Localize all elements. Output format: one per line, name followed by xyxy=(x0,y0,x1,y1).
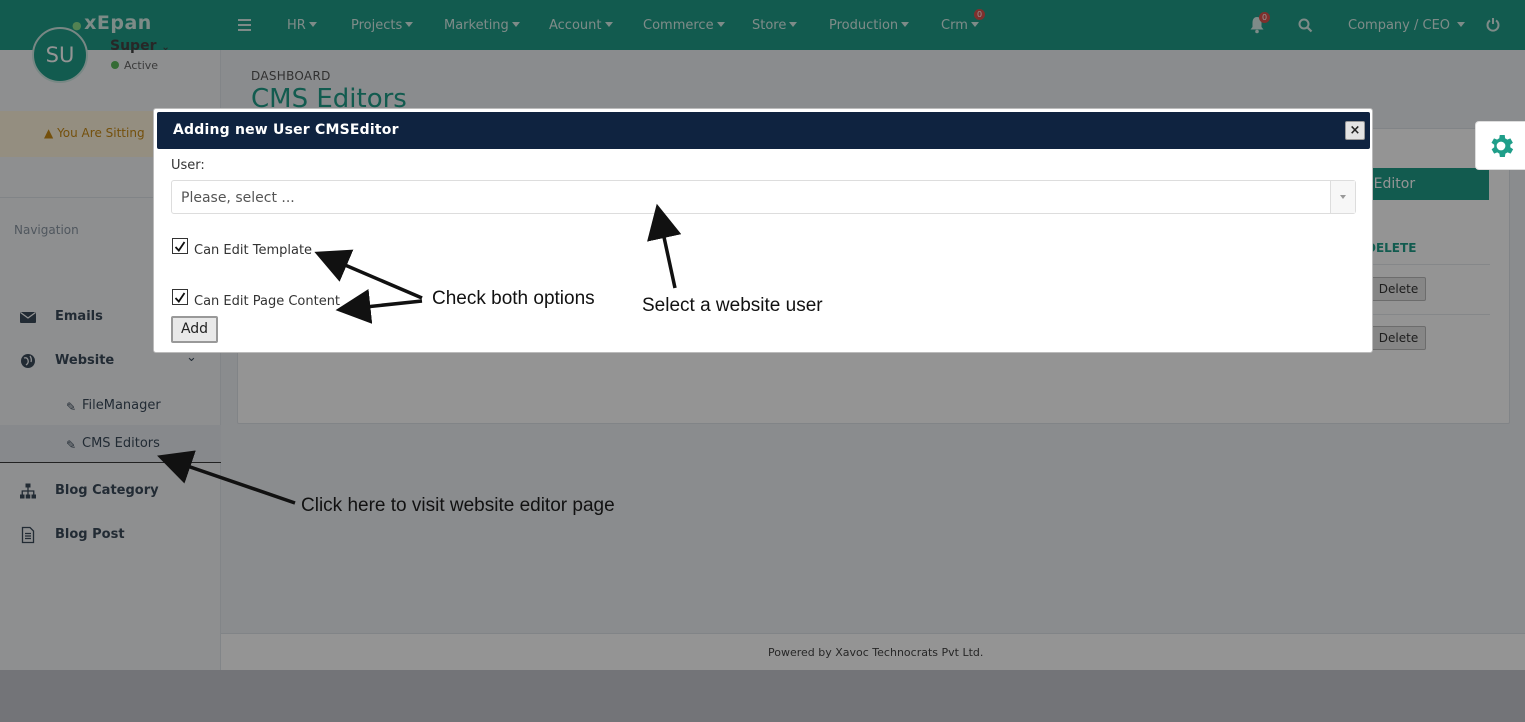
arrow-to-template-checkbox xyxy=(314,249,423,300)
annotation-arrows xyxy=(157,203,682,505)
annotation-select-user: Select a website user xyxy=(642,295,823,316)
arrow-to-cms-editors xyxy=(157,450,296,505)
annotation-check-both: Check both options xyxy=(432,288,595,309)
arrow-to-page-content-checkbox xyxy=(335,289,423,324)
annotation-click-here: Click here to visit website editor page xyxy=(301,495,615,516)
arrow-to-user-select xyxy=(647,203,682,289)
